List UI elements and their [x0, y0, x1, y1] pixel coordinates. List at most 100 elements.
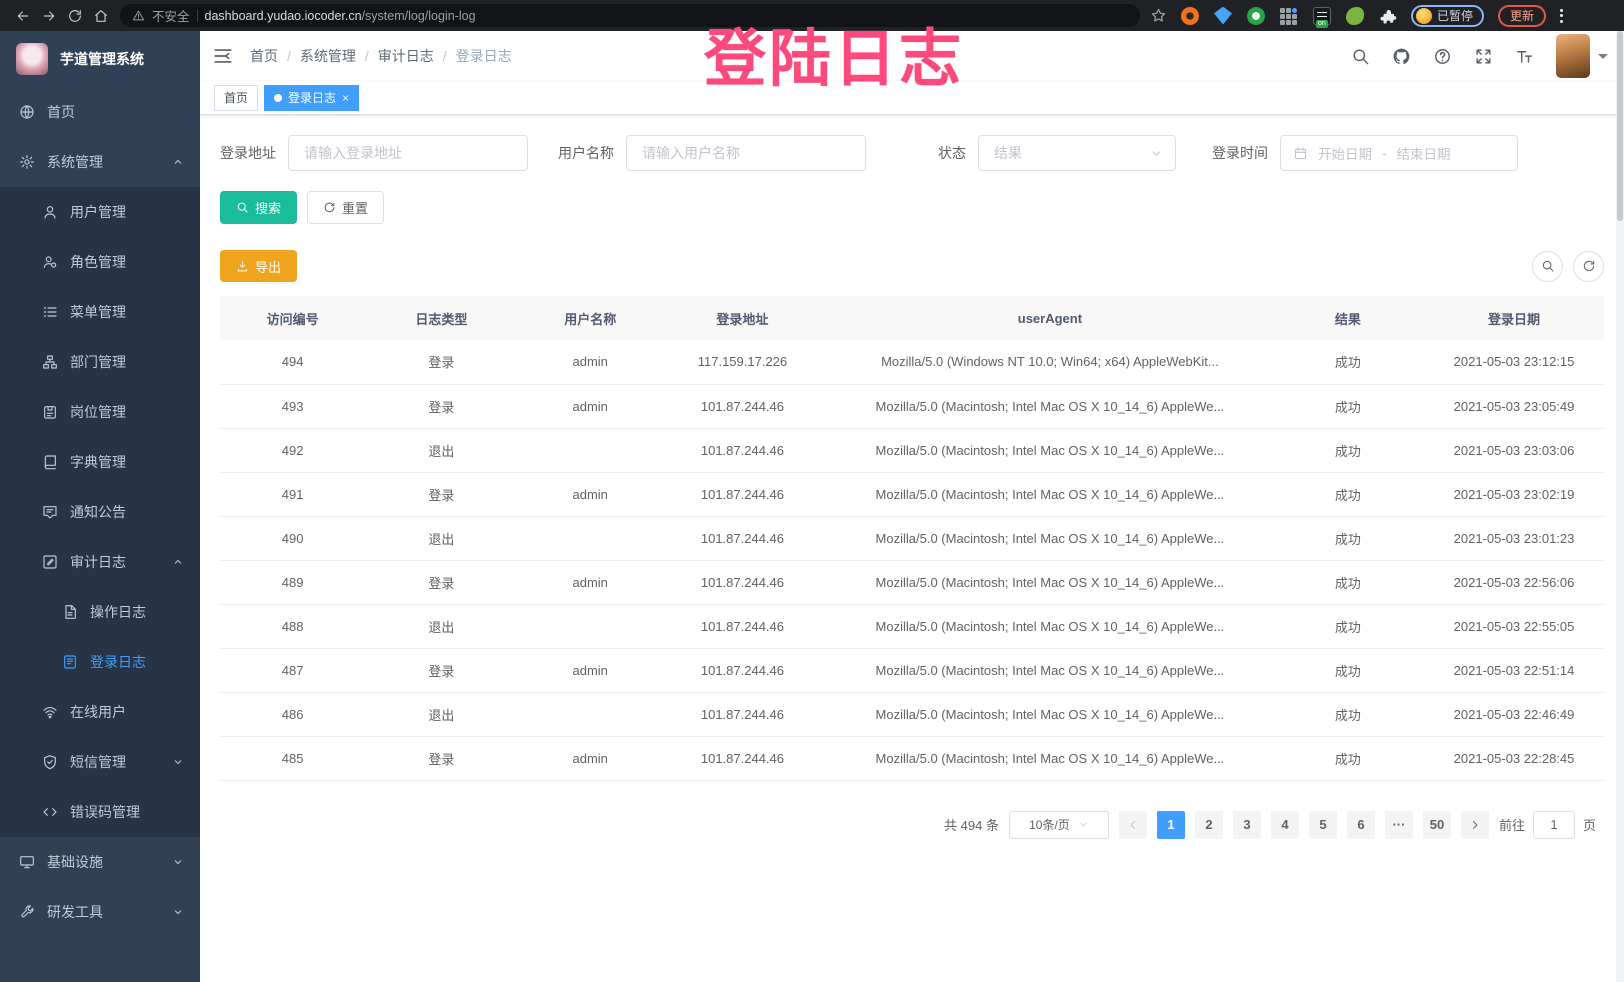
url-path: /system/log/login-log [362, 9, 476, 23]
sidebar-item-审计日志[interactable]: 审计日志 [0, 537, 200, 587]
sidebar-item-操作日志[interactable]: 操作日志 [0, 587, 200, 637]
app-logo-row[interactable]: 芋道管理系统 [0, 31, 200, 87]
help-icon[interactable] [1433, 47, 1452, 66]
table-cell: 117.159.17.226 [663, 340, 822, 384]
search-button[interactable]: 搜索 [220, 191, 297, 224]
sidebar-item-在线用户[interactable]: 在线用户 [0, 687, 200, 737]
hamburger-icon[interactable] [212, 45, 234, 67]
sidebar-item-短信管理[interactable]: 短信管理 [0, 737, 200, 787]
table-cell: 493 [220, 384, 365, 428]
extension-orange-icon[interactable] [1181, 7, 1199, 25]
refresh-icon [1582, 259, 1596, 273]
extension-green-icon[interactable] [1247, 7, 1265, 25]
table-row: 493登录admin101.87.244.46Mozilla/5.0 (Maci… [220, 384, 1604, 428]
post-badge-icon [42, 404, 58, 420]
sidebar-item-角色管理[interactable]: 角色管理 [0, 237, 200, 287]
browser-update-button[interactable]: 更新 [1498, 5, 1546, 27]
github-icon[interactable] [1392, 47, 1411, 66]
breadcrumb-home[interactable]: 首页 [250, 46, 278, 66]
org-tree-icon [42, 354, 58, 370]
page-button-4[interactable]: 4 [1271, 811, 1299, 839]
operation-log-icon [62, 604, 78, 620]
status-select[interactable]: 结果 [978, 135, 1176, 171]
sidebar-item-登录日志[interactable]: 登录日志 [0, 637, 200, 687]
sidebar-item-通知公告[interactable]: 通知公告 [0, 487, 200, 537]
page-button-1[interactable]: 1 [1157, 811, 1185, 839]
user-menu[interactable] [1556, 34, 1608, 78]
login-address-input[interactable] [288, 135, 528, 171]
tab-home[interactable]: 首页 [214, 85, 258, 111]
column-header: 日志类型 [365, 296, 517, 340]
address-bar[interactable]: 不安全 dashboard.yudao.iocoder.cn/system/lo… [120, 4, 1140, 27]
table-cell: Mozilla/5.0 (Macintosh; Intel Mac OS X 1… [822, 428, 1272, 472]
chevron-down-icon [172, 756, 184, 768]
login-time-range-picker[interactable]: 开始日期 - 结束日期 [1280, 135, 1518, 171]
extension-grid-icon[interactable] [1280, 7, 1298, 25]
page-button-2[interactable]: 2 [1195, 811, 1223, 839]
table-cell: 2021-05-03 22:46:49 [1424, 692, 1604, 736]
sidebar-item-错误码管理[interactable]: 错误码管理 [0, 787, 200, 837]
breadcrumb-separator: / [443, 48, 447, 64]
font-size-icon[interactable] [1515, 47, 1534, 66]
browser-reload-icon[interactable] [62, 3, 88, 29]
sidebar-item-label: 系统管理 [47, 152, 103, 172]
table-cell: 2021-05-03 23:02:19 [1424, 472, 1604, 516]
extension-list-icon[interactable]: on [1313, 7, 1331, 25]
tab-login-log[interactable]: 登录日志 × [264, 85, 359, 111]
page-button-6[interactable]: 6 [1347, 811, 1375, 839]
table-cell: 494 [220, 340, 365, 384]
sidebar-item-label: 研发工具 [47, 902, 103, 922]
browser-menu-icon[interactable] [1556, 5, 1567, 27]
extension-plant-icon[interactable] [1346, 7, 1364, 25]
page-button-5[interactable]: 5 [1309, 811, 1337, 839]
prev-page-button[interactable] [1119, 811, 1147, 839]
reset-button[interactable]: 重置 [307, 191, 384, 224]
export-button[interactable]: 导出 [220, 250, 297, 282]
fullscreen-icon[interactable] [1474, 47, 1493, 66]
browser-forward-icon[interactable] [36, 3, 62, 29]
page-size-select[interactable]: 10条/页 [1009, 811, 1109, 839]
column-header: 登录日期 [1424, 296, 1604, 340]
page-ellipsis[interactable]: ··· [1385, 811, 1413, 839]
next-page-button[interactable] [1461, 811, 1489, 839]
breadcrumb-system[interactable]: 系统管理 [300, 46, 356, 66]
refresh-table-button[interactable] [1573, 251, 1604, 282]
sidebar-item-岗位管理[interactable]: 岗位管理 [0, 387, 200, 437]
date-range-separator: - [1382, 146, 1387, 161]
browser-home-icon[interactable] [88, 3, 114, 29]
sidebar-item-首页[interactable]: 首页 [0, 87, 200, 137]
table-cell: 2021-05-03 22:28:45 [1424, 736, 1604, 780]
scrollbar-thumb[interactable] [1617, 31, 1623, 221]
table-cell: 491 [220, 472, 365, 516]
username-input[interactable] [626, 135, 866, 171]
sidebar-item-label: 短信管理 [70, 752, 126, 772]
dashboard-icon [19, 104, 35, 120]
breadcrumb-audit[interactable]: 审计日志 [378, 46, 434, 66]
browser-back-icon[interactable] [10, 3, 36, 29]
toggle-search-button[interactable] [1532, 251, 1563, 282]
extension-gem-icon[interactable] [1214, 7, 1232, 25]
goto-page-input[interactable] [1533, 811, 1575, 839]
profile-paused-chip[interactable]: 已暂停 [1411, 5, 1484, 27]
page-button-3[interactable]: 3 [1233, 811, 1261, 839]
column-header: 用户名称 [518, 296, 663, 340]
sidebar-item-菜单管理[interactable]: 菜单管理 [0, 287, 200, 337]
sidebar-item-基础设施[interactable]: 基础设施 [0, 837, 200, 887]
table-cell: 101.87.244.46 [663, 384, 822, 428]
page-button-50[interactable]: 50 [1423, 811, 1451, 839]
bookmark-star-icon[interactable] [1150, 7, 1167, 24]
page-scrollbar[interactable] [1616, 31, 1624, 982]
header-search-icon[interactable] [1351, 47, 1370, 66]
extensions-puzzle-icon[interactable] [1379, 7, 1397, 25]
download-icon [236, 260, 249, 273]
sidebar-item-研发工具[interactable]: 研发工具 [0, 887, 200, 937]
tab-close-icon[interactable]: × [342, 92, 349, 104]
table-cell: Mozilla/5.0 (Macintosh; Intel Mac OS X 1… [822, 648, 1272, 692]
sidebar-item-字典管理[interactable]: 字典管理 [0, 437, 200, 487]
sidebar-item-部门管理[interactable]: 部门管理 [0, 337, 200, 387]
sidebar-item-用户管理[interactable]: 用户管理 [0, 187, 200, 237]
table-cell: 成功 [1272, 692, 1424, 736]
sidebar-item-系统管理[interactable]: 系统管理 [0, 137, 200, 187]
table-cell: Mozilla/5.0 (Macintosh; Intel Mac OS X 1… [822, 384, 1272, 428]
table-row: 492退出101.87.244.46Mozilla/5.0 (Macintosh… [220, 428, 1604, 472]
